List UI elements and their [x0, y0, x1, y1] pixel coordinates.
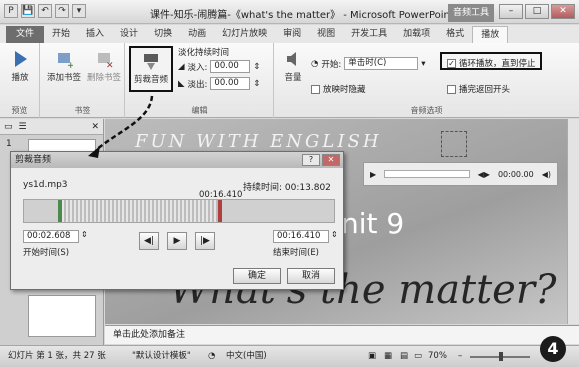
theme-name: "默认设计模板" [132, 351, 191, 361]
sorter-view-icon[interactable]: ▦ [384, 346, 392, 366]
status-bar: 幻灯片 第 1 张，共 27 张 "默认设计模板" ◔ 中文(中国) ▣ ▦ ▤… [0, 345, 579, 367]
slide-counter: 幻灯片 第 1 张，共 27 张 [8, 351, 106, 361]
zoom-level[interactable]: 70% [428, 346, 447, 366]
slideshow-view-icon[interactable]: ▭ [414, 346, 422, 366]
spellcheck-icon[interactable]: ◔ [208, 346, 215, 366]
step-number-badge: 4 [540, 336, 566, 362]
language: 中文(中国) [226, 351, 267, 361]
normal-view-icon[interactable]: ▣ [368, 346, 376, 366]
powerpoint-window: P 💾 ↶ ↷ ▾ 课件-知乐-闹腾篇-《what's the matter》 … [0, 0, 579, 367]
notes-pane[interactable]: 单击此处添加备注 [105, 325, 579, 344]
callout-arrow [88, 95, 154, 158]
zoom-out-icon[interactable]: – [458, 346, 462, 366]
reading-view-icon[interactable]: ▤ [400, 346, 408, 366]
zoom-slider-knob[interactable] [499, 352, 503, 361]
